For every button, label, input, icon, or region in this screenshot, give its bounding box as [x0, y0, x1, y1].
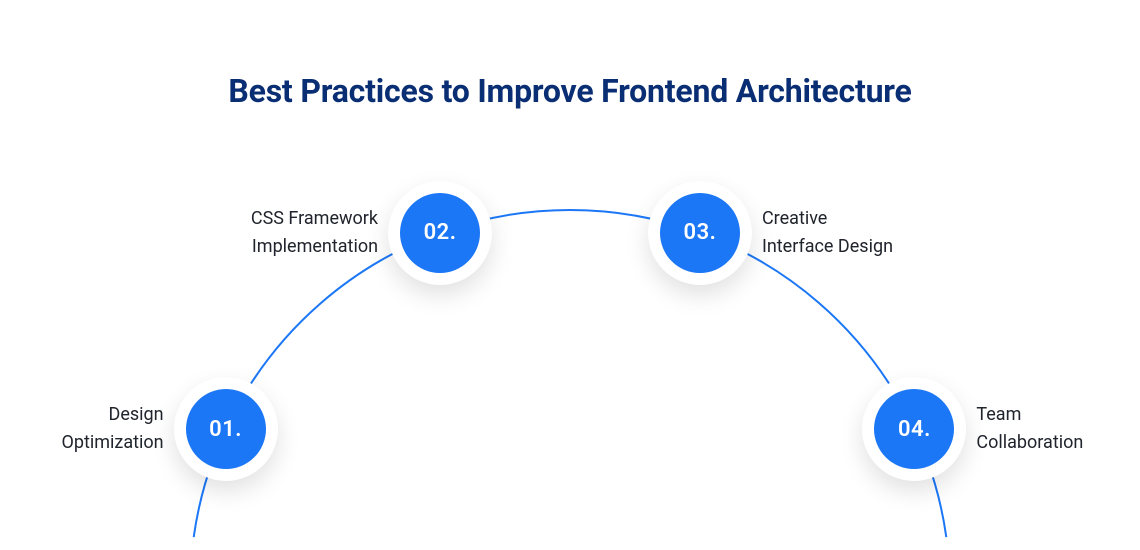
- step-circle: 02.: [400, 193, 480, 273]
- step-label-02: CSS Framework Implementation: [218, 205, 378, 261]
- step-circle: 04.: [874, 389, 954, 469]
- step-node-02: 02.: [388, 181, 492, 285]
- step-circle: 03.: [660, 193, 740, 273]
- step-label-line: Team: [976, 404, 1021, 425]
- step-node-03: 03.: [648, 181, 752, 285]
- step-label-04: Team Collaboration: [976, 401, 1140, 457]
- step-label-line: Creative: [762, 208, 827, 229]
- step-node-01: 01.: [174, 377, 278, 481]
- diagram-title: Best Practices to Improve Frontend Archi…: [0, 0, 1140, 110]
- step-number: 04.: [898, 417, 931, 442]
- step-circle: 01.: [186, 389, 266, 469]
- step-label-line: Implementation: [252, 236, 378, 257]
- step-label-line: Interface Design: [762, 236, 893, 257]
- step-label-line: CSS Framework: [251, 208, 378, 229]
- step-label-03: Creative Interface Design: [762, 205, 962, 261]
- step-label-01: Design Optimization: [4, 401, 164, 457]
- step-node-04: 04.: [862, 377, 966, 481]
- step-label-line: Design: [109, 404, 164, 425]
- step-label-line: Collaboration: [976, 432, 1083, 453]
- step-number: 01.: [209, 417, 242, 442]
- step-number: 03.: [684, 220, 717, 245]
- step-label-line: Optimization: [61, 432, 163, 453]
- step-number: 02.: [424, 220, 457, 245]
